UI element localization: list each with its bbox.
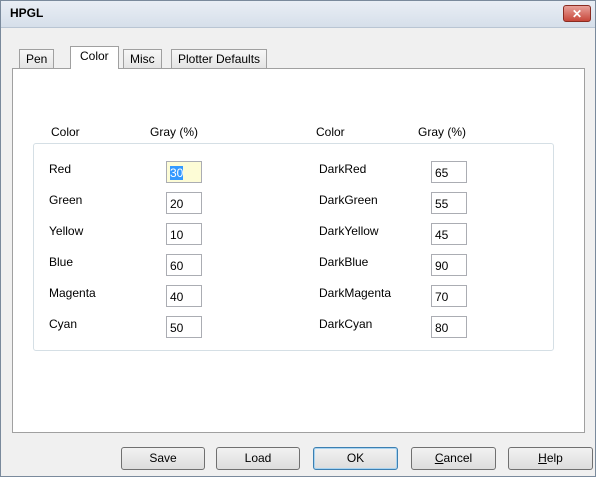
- tab-plotter-defaults[interactable]: Plotter Defaults: [171, 49, 268, 68]
- help-button[interactable]: Help: [508, 447, 593, 470]
- color-label-green: Green: [49, 193, 83, 207]
- gray-input-darkyellow[interactable]: 45: [431, 223, 467, 245]
- gray-input-blue[interactable]: 60: [166, 254, 202, 276]
- field-value: 50: [170, 321, 184, 335]
- color-label-yellow: Yellow: [49, 224, 84, 238]
- left-color-header: Color: [51, 125, 80, 139]
- gray-input-darkred[interactable]: 65: [431, 161, 467, 183]
- tab-color[interactable]: Color: [70, 46, 119, 69]
- gray-input-yellow[interactable]: 10: [166, 223, 202, 245]
- field-value: 55: [435, 197, 449, 211]
- field-value: 90: [435, 259, 449, 273]
- tab-label: Pen: [26, 52, 48, 66]
- field-value: 70: [435, 290, 449, 304]
- field-value: 60: [170, 259, 184, 273]
- tab-misc[interactable]: Misc: [123, 49, 162, 68]
- tab-label: Misc: [130, 52, 155, 66]
- button-mnemonic: H: [538, 451, 547, 465]
- color-label-magenta: Magenta: [49, 286, 96, 300]
- tab-label: Color: [80, 49, 109, 63]
- tab-label: Plotter Defaults: [178, 52, 261, 66]
- load-button[interactable]: Load: [216, 447, 300, 470]
- close-icon: ✕: [571, 6, 583, 21]
- button-label: Save: [149, 451, 177, 465]
- color-label-blue: Blue: [49, 255, 74, 269]
- field-value: 10: [170, 228, 184, 242]
- color-label-darkred: DarkRed: [319, 162, 367, 176]
- color-label-red: Red: [49, 162, 72, 176]
- button-label: Load: [244, 451, 272, 465]
- dialog-window: HPGL ✕ Pen Color Misc Plotter Defaults C…: [0, 0, 596, 477]
- right-color-header: Color: [316, 125, 345, 139]
- gray-levels-group: [33, 143, 554, 351]
- window-title: HPGL: [10, 6, 44, 20]
- color-label-darkblue: DarkBlue: [319, 255, 369, 269]
- color-tab-panel: Color Gray (%) Color Gray (%) Red 30 Gre…: [12, 68, 585, 433]
- button-label: elp: [546, 451, 563, 465]
- color-label-cyan: Cyan: [49, 317, 78, 331]
- button-label: OK: [346, 451, 365, 465]
- field-value: 30: [170, 166, 184, 180]
- field-value: 20: [170, 197, 184, 211]
- color-label-darkgreen: DarkGreen: [319, 193, 378, 207]
- field-value: 80: [435, 321, 449, 335]
- field-value: 65: [435, 166, 449, 180]
- color-label-darkmagenta: DarkMagenta: [319, 286, 392, 300]
- field-value: 40: [170, 290, 184, 304]
- gray-input-darkmagenta[interactable]: 70: [431, 285, 467, 307]
- field-value: 45: [435, 228, 449, 242]
- ok-button[interactable]: OK: [313, 447, 398, 470]
- cancel-button[interactable]: Cancel: [411, 447, 496, 470]
- right-gray-header: Gray (%): [418, 125, 466, 139]
- close-button[interactable]: ✕: [563, 5, 591, 22]
- color-label-darkyellow: DarkYellow: [319, 224, 379, 238]
- gray-input-red[interactable]: 30: [166, 161, 202, 183]
- tab-pen[interactable]: Pen: [19, 49, 55, 68]
- gray-input-darkcyan[interactable]: 80: [431, 316, 467, 338]
- button-label: ancel: [443, 451, 473, 465]
- save-button[interactable]: Save: [121, 447, 205, 470]
- color-label-darkcyan: DarkCyan: [319, 317, 373, 331]
- gray-input-darkgreen[interactable]: 55: [431, 192, 467, 214]
- title-bar[interactable]: HPGL ✕: [1, 1, 595, 28]
- gray-input-green[interactable]: 20: [166, 192, 202, 214]
- gray-input-darkblue[interactable]: 90: [431, 254, 467, 276]
- left-gray-header: Gray (%): [150, 125, 198, 139]
- gray-input-magenta[interactable]: 40: [166, 285, 202, 307]
- gray-input-cyan[interactable]: 50: [166, 316, 202, 338]
